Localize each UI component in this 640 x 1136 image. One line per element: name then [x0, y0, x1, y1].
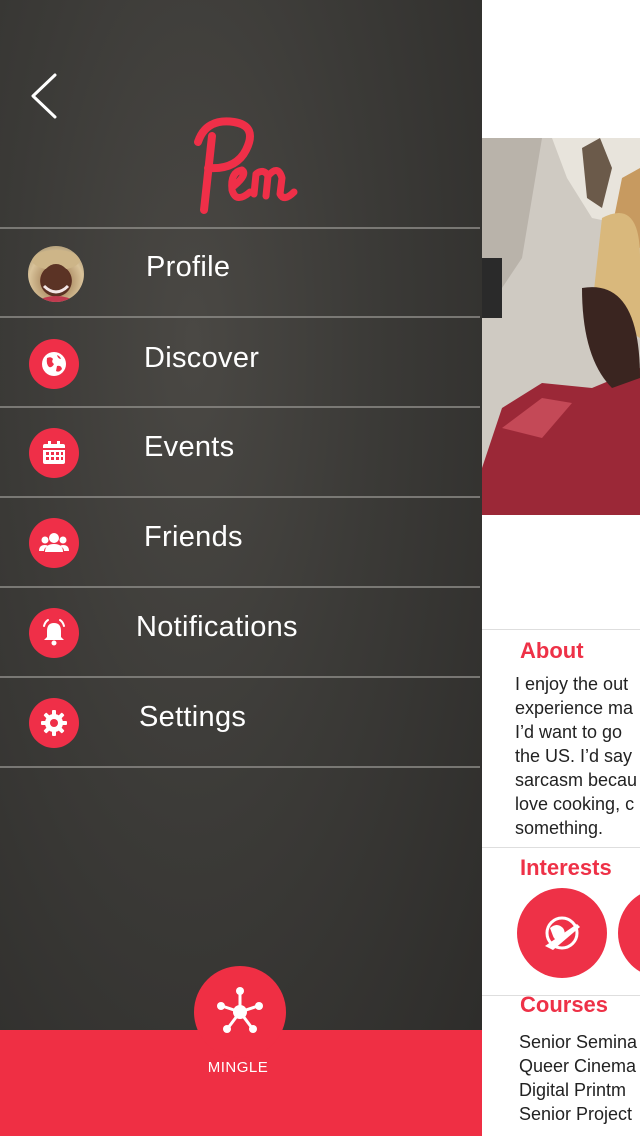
courses-list: Senior Semina Queer Cinema Digital Print…	[519, 1030, 637, 1126]
menu-item-discover[interactable]: Discover	[0, 320, 480, 408]
bell-icon	[29, 608, 79, 658]
menu-divider	[0, 586, 480, 588]
courses-title: Courses	[520, 992, 609, 1017]
menu-divider	[0, 676, 480, 678]
about-line: I enjoy the out	[515, 674, 629, 694]
interest-travel-icon[interactable]	[517, 888, 607, 978]
about-text: I enjoy the out experience ma I’d want t…	[515, 672, 640, 840]
menu-divider	[0, 406, 480, 408]
about-line: sarcasm becau	[515, 770, 638, 790]
menu-divider	[0, 496, 480, 498]
side-drawer: Profile Discover Events Friends Notifica…	[0, 0, 482, 1136]
menu-label-discover: Discover	[144, 342, 260, 374]
course-item: Digital Printm	[519, 1080, 627, 1100]
about-line: love cooking, c	[515, 794, 635, 814]
divider	[482, 847, 640, 848]
profile-peek: About I enjoy the out experience ma I’d …	[482, 0, 640, 1136]
about-line: the US. I’d say	[515, 746, 633, 766]
about-line: I’d want to go	[515, 722, 623, 742]
users-icon	[29, 518, 79, 568]
app-logo	[186, 112, 302, 220]
divider	[482, 629, 640, 630]
back-button[interactable]	[26, 72, 66, 120]
menu-label-settings: Settings	[139, 701, 247, 733]
network-icon	[217, 987, 263, 1033]
gear-icon	[29, 698, 79, 748]
menu-divider	[0, 766, 480, 768]
menu-item-profile[interactable]: Profile	[0, 229, 480, 317]
course-item: Senior Semina	[519, 1032, 638, 1052]
menu-item-notifications[interactable]: Notifications	[0, 589, 480, 677]
mingle-button[interactable]	[194, 966, 286, 1058]
menu-label-profile: Profile	[146, 251, 231, 283]
globe-icon	[29, 339, 79, 389]
menu-item-events[interactable]: Events	[0, 409, 480, 497]
menu-label-notifications: Notifications	[136, 611, 298, 643]
menu-label-events: Events	[144, 431, 235, 463]
profile-photo	[482, 138, 640, 515]
avatar	[28, 246, 84, 302]
about-title: About	[520, 638, 584, 663]
menu-item-settings[interactable]: Settings	[0, 679, 480, 767]
menu-divider	[0, 316, 480, 318]
course-item: Senior Project	[519, 1104, 633, 1124]
calendar-icon	[29, 428, 79, 478]
interests-title: Interests	[520, 855, 612, 880]
course-item: Queer Cinema	[519, 1056, 637, 1076]
chevron-left-icon	[31, 73, 57, 119]
menu-label-friends: Friends	[144, 521, 243, 553]
mingle-label: MINGLE	[207, 1059, 269, 1076]
about-line: experience ma	[515, 698, 634, 718]
menu-item-friends[interactable]: Friends	[0, 499, 480, 587]
about-line: something.	[515, 818, 604, 838]
interest-item-icon[interactable]	[618, 888, 640, 978]
